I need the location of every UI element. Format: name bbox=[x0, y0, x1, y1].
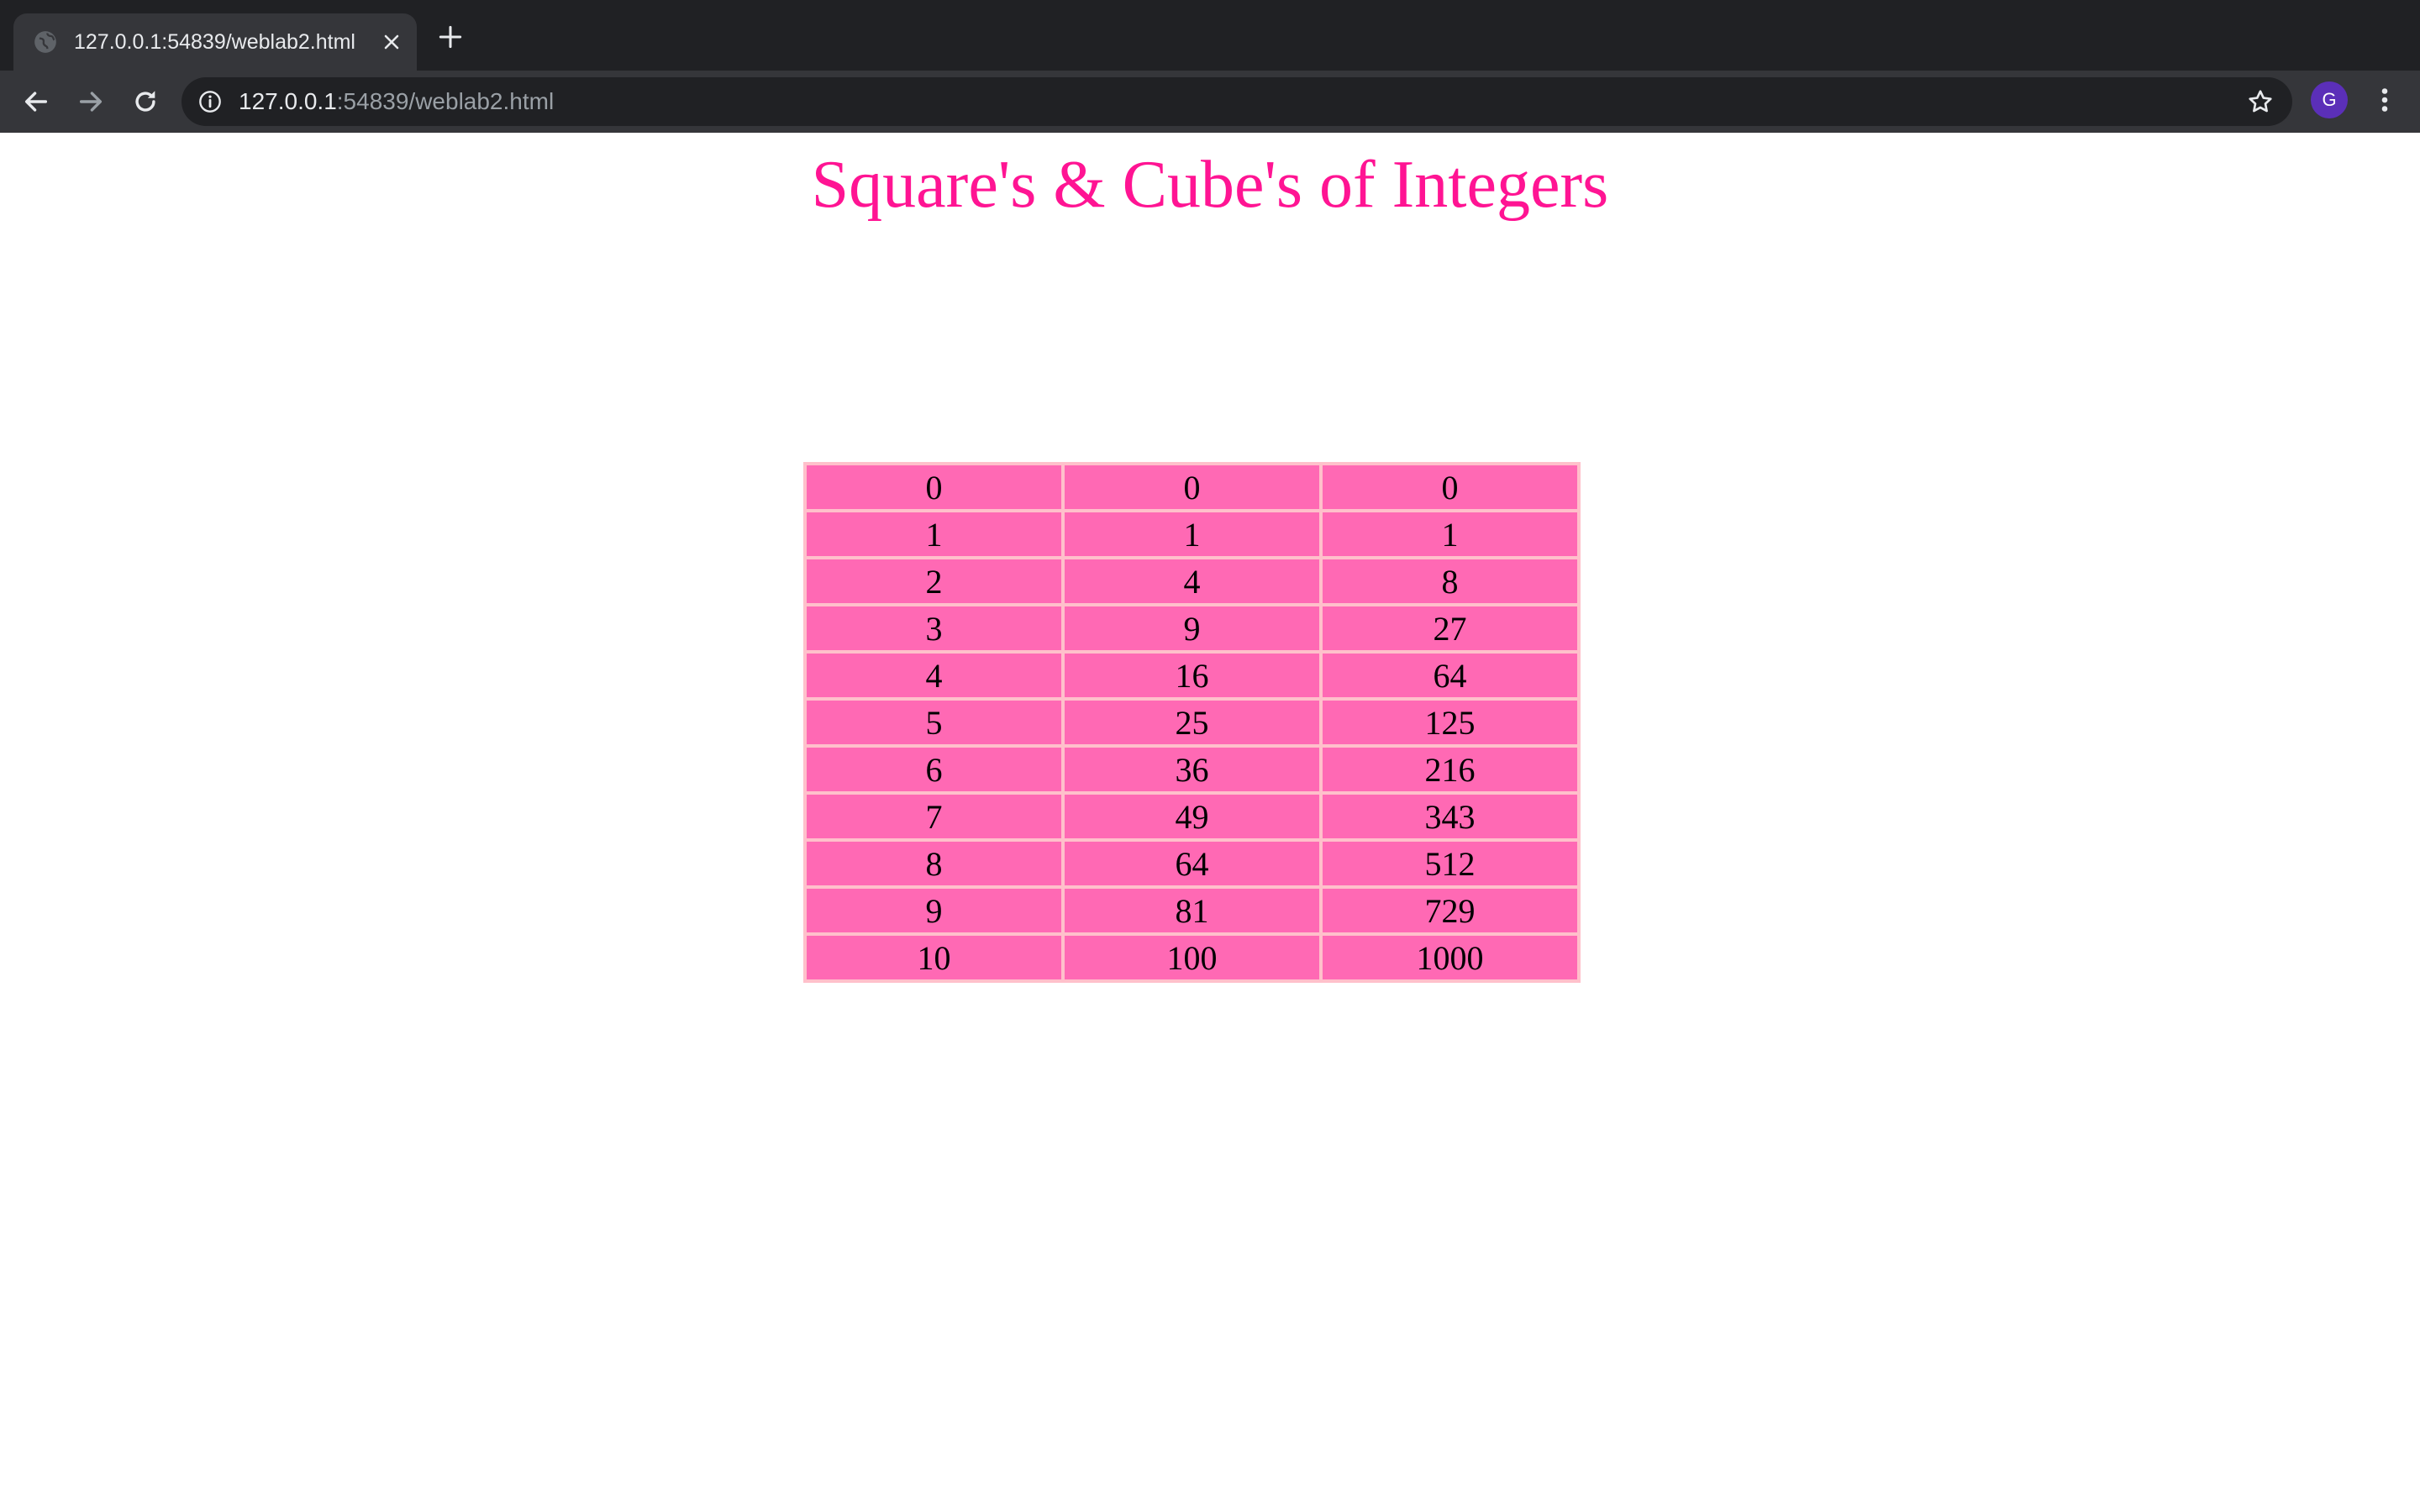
table-cell: 100 bbox=[1065, 936, 1319, 979]
table-cell: 2 bbox=[807, 559, 1061, 603]
table-row: 4 16 64 bbox=[807, 654, 1577, 697]
table-row: 3 9 27 bbox=[807, 606, 1577, 650]
table-row: 7 49 343 bbox=[807, 795, 1577, 838]
table-cell: 8 bbox=[807, 842, 1061, 885]
table-cell: 10 bbox=[807, 936, 1061, 979]
table-cell: 36 bbox=[1065, 748, 1319, 791]
table-cell: 1 bbox=[807, 512, 1061, 556]
browser-tab[interactable]: 127.0.0.1:54839/weblab2.html bbox=[13, 13, 417, 71]
url-path: :54839/weblab2.html bbox=[336, 88, 555, 114]
table-cell: 4 bbox=[1065, 559, 1319, 603]
table-cell: 0 bbox=[1323, 465, 1577, 509]
table-cell: 7 bbox=[807, 795, 1061, 838]
table-cell: 0 bbox=[807, 465, 1061, 509]
table-row: 8 64 512 bbox=[807, 842, 1577, 885]
plus-icon[interactable] bbox=[439, 25, 462, 49]
table-cell: 64 bbox=[1065, 842, 1319, 885]
table-row: 9 81 729 bbox=[807, 889, 1577, 932]
table-cell: 25 bbox=[1065, 701, 1319, 744]
table-cell: 3 bbox=[807, 606, 1061, 650]
forward-arrow-icon[interactable] bbox=[76, 87, 105, 116]
table-cell: 1000 bbox=[1323, 936, 1577, 979]
address-bar[interactable]: 127.0.0.1:54839/weblab2.html bbox=[182, 77, 2292, 126]
table-cell: 6 bbox=[807, 748, 1061, 791]
table-cell: 16 bbox=[1065, 654, 1319, 697]
avatar[interactable]: G bbox=[2311, 81, 2348, 118]
table-cell: 64 bbox=[1323, 654, 1577, 697]
table-cell: 9 bbox=[1065, 606, 1319, 650]
globe-icon bbox=[34, 31, 56, 53]
table-cell: 125 bbox=[1323, 701, 1577, 744]
back-arrow-icon[interactable] bbox=[22, 87, 50, 116]
squares-cubes-table: 0 0 0 1 1 1 2 4 8 3 9 27 4 16 64 5 25 125 6 36 216 7 49 343 8 64 5… bbox=[803, 462, 1581, 983]
table-cell: 1 bbox=[1065, 512, 1319, 556]
table-cell: 0 bbox=[1065, 465, 1319, 509]
url-text[interactable]: 127.0.0.1:54839/weblab2.html bbox=[239, 77, 554, 126]
url-host: 127.0.0.1 bbox=[239, 88, 337, 114]
page-title: Square's & Cube's of Integers bbox=[811, 148, 1609, 222]
table-row: 5 25 125 bbox=[807, 701, 1577, 744]
table-cell: 8 bbox=[1323, 559, 1577, 603]
info-icon[interactable] bbox=[198, 90, 222, 113]
table-row: 111 bbox=[807, 512, 1577, 556]
table-cell: 216 bbox=[1323, 748, 1577, 791]
table-row: 6 36 216 bbox=[807, 748, 1577, 791]
table-row: 248 bbox=[807, 559, 1577, 603]
table-cell: 512 bbox=[1323, 842, 1577, 885]
table-cell: 9 bbox=[807, 889, 1061, 932]
tab-strip: 127.0.0.1:54839/weblab2.html bbox=[0, 0, 2420, 71]
table-cell: 343 bbox=[1323, 795, 1577, 838]
table-row: 000 bbox=[807, 465, 1577, 509]
tab-title: 127.0.0.1:54839/weblab2.html bbox=[74, 30, 355, 54]
table-cell: 729 bbox=[1323, 889, 1577, 932]
table-cell: 49 bbox=[1065, 795, 1319, 838]
table-cell: 27 bbox=[1323, 606, 1577, 650]
table-body: 0 0 0 1 1 1 2 4 8 3 9 27 4 16 64 5 25 125 6 36 216 7 49 343 8 64 5… bbox=[807, 465, 1577, 979]
table-cell: 5 bbox=[807, 701, 1061, 744]
table-row: 10 100 1000 bbox=[807, 936, 1577, 979]
browser-toolbar: 127.0.0.1:54839/weblab2.html bbox=[0, 71, 2420, 133]
reload-icon[interactable] bbox=[131, 87, 160, 116]
close-icon[interactable] bbox=[381, 32, 402, 52]
table-cell: 4 bbox=[807, 654, 1061, 697]
star-icon[interactable] bbox=[2247, 88, 2274, 115]
table-cell: 81 bbox=[1065, 889, 1319, 932]
kebab-menu-icon[interactable] bbox=[2370, 85, 2400, 115]
table-cell: 1 bbox=[1323, 512, 1577, 556]
